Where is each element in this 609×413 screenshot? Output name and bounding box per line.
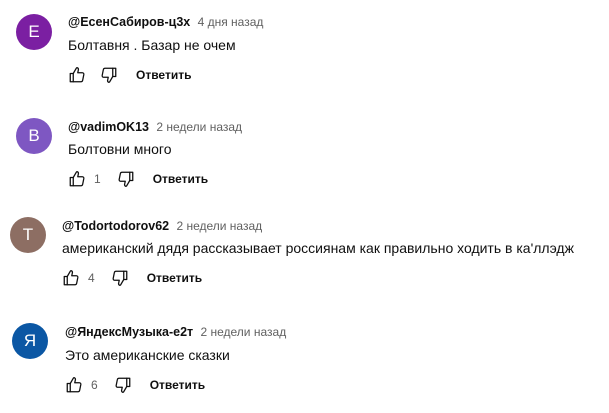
comment-actions: Ответить — [68, 65, 191, 85]
author-name[interactable]: @ЕсенСабиров-ц3х — [68, 15, 190, 29]
thumb-down-icon[interactable] — [114, 376, 132, 394]
like-count: 1 — [94, 172, 101, 186]
thumb-up-icon[interactable] — [68, 170, 86, 188]
thumb-down-icon[interactable] — [117, 170, 135, 188]
reply-button[interactable]: Ответить — [153, 172, 208, 186]
thumb-up-icon[interactable] — [62, 269, 80, 287]
comment-actions: 6 Ответить — [65, 375, 205, 395]
author-name[interactable]: @ЯндексМузыка-е2т — [65, 325, 193, 339]
comment-text: Болтовни много — [68, 141, 172, 157]
comment-time[interactable]: 2 недели назад — [200, 325, 286, 339]
reply-button[interactable]: Ответить — [147, 271, 202, 285]
thumb-down-icon[interactable] — [111, 269, 129, 287]
comment-time[interactable]: 2 недели назад — [156, 120, 242, 134]
comment-header: @ЕсенСабиров-ц3х 4 дня назад — [68, 14, 263, 30]
author-name[interactable]: @vadimOK13 — [68, 120, 149, 134]
comment-text: Болтавня . Базар не очем — [68, 37, 236, 53]
comment-actions: 1 Ответить — [68, 169, 208, 189]
comment-time[interactable]: 4 дня назад — [198, 15, 264, 29]
avatar[interactable]: T — [10, 217, 46, 253]
thumb-up-icon[interactable] — [65, 376, 83, 394]
comment-time[interactable]: 2 недели назад — [176, 219, 262, 233]
comment-header: @ЯндексМузыка-е2т 2 недели назад — [65, 324, 286, 340]
comment-text: американский дядя рассказывает россиянам… — [62, 240, 574, 256]
avatar[interactable]: Е — [16, 14, 52, 50]
comment-header: @vadimOK13 2 недели назад — [68, 119, 242, 135]
like-count: 4 — [88, 271, 95, 285]
comment-actions: 4 Ответить — [62, 268, 202, 288]
like-count: 6 — [91, 378, 98, 392]
thumb-down-icon[interactable] — [100, 66, 118, 84]
author-name[interactable]: @Todortodorov62 — [62, 219, 169, 233]
reply-button[interactable]: Ответить — [150, 378, 205, 392]
comment-header: @Todortodorov62 2 недели назад — [62, 218, 262, 234]
thumb-up-icon[interactable] — [68, 66, 86, 84]
avatar[interactable]: Я — [12, 323, 48, 359]
avatar[interactable]: B — [16, 118, 52, 154]
comment-text: Это американские сказки — [65, 347, 230, 363]
reply-button[interactable]: Ответить — [136, 68, 191, 82]
